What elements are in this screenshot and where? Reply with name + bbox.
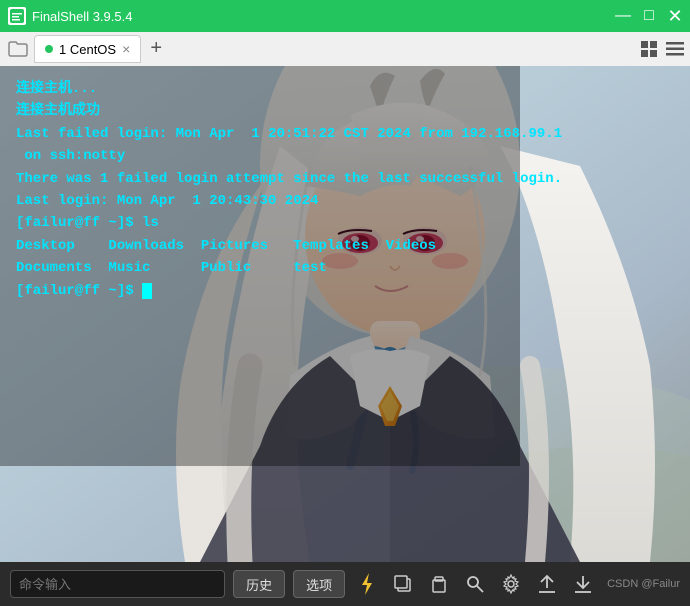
terminal-output: 连接主机... 连接主机成功 Last failed login: Mon Ap… xyxy=(0,66,690,562)
tab-centos[interactable]: 1 CentOS × xyxy=(34,35,141,63)
folder-icon[interactable] xyxy=(4,35,32,63)
copy-icon[interactable] xyxy=(389,570,417,598)
lightning-icon[interactable] xyxy=(353,570,381,598)
menu-icon[interactable] xyxy=(664,38,686,60)
app-icon xyxy=(8,7,26,25)
tab-close-icon[interactable]: × xyxy=(122,41,130,57)
term-prompt: [failur@ff ~]$ xyxy=(16,280,674,302)
term-line-9: Documents Music Public test xyxy=(16,257,674,279)
new-tab-button[interactable]: + xyxy=(143,36,169,62)
cursor xyxy=(142,283,152,299)
term-line-8: Desktop Downloads Pictures Templates Vid… xyxy=(16,235,674,257)
tab-right-icons xyxy=(638,38,686,60)
paste-icon[interactable] xyxy=(425,570,453,598)
options-button[interactable]: 选项 xyxy=(293,570,345,598)
search-icon[interactable] xyxy=(461,570,489,598)
tab-status-dot xyxy=(45,45,53,53)
bottombar: 历史 选项 xyxy=(0,562,690,606)
history-button[interactable]: 历史 xyxy=(233,570,285,598)
settings-icon[interactable] xyxy=(497,570,525,598)
main-area: 连接主机... 连接主机成功 Last failed login: Mon Ap… xyxy=(0,66,690,562)
grid-view-icon[interactable] xyxy=(638,38,660,60)
csdn-label: CSDN @Failur xyxy=(607,578,680,590)
minimize-button[interactable]: — xyxy=(616,9,630,23)
term-line-1: 连接主机... xyxy=(16,78,674,100)
term-line-7: [failur@ff ~]$ ls xyxy=(16,212,674,234)
titlebar-controls: — □ ✕ xyxy=(616,9,682,23)
term-line-4: on ssh:notty xyxy=(16,145,674,167)
titlebar: FinalShell 3.9.5.4 — □ ✕ xyxy=(0,0,690,32)
close-button[interactable]: ✕ xyxy=(668,9,682,23)
upload-icon[interactable] xyxy=(533,570,561,598)
maximize-button[interactable]: □ xyxy=(642,9,656,23)
app-title: FinalShell 3.9.5.4 xyxy=(32,9,132,24)
term-line-6: Last login: Mon Apr 1 20:43:30 2024 xyxy=(16,190,674,212)
titlebar-left: FinalShell 3.9.5.4 xyxy=(8,7,132,25)
term-line-5: There was 1 failed login attempt since t… xyxy=(16,168,674,190)
term-line-2: 连接主机成功 xyxy=(16,100,674,122)
tabbar: 1 CentOS × + xyxy=(0,32,690,66)
term-line-3: Last failed login: Mon Apr 1 20:51:22 CS… xyxy=(16,123,674,145)
download-icon[interactable] xyxy=(569,570,597,598)
tab-label: 1 CentOS xyxy=(59,42,116,57)
command-input[interactable] xyxy=(10,570,225,598)
